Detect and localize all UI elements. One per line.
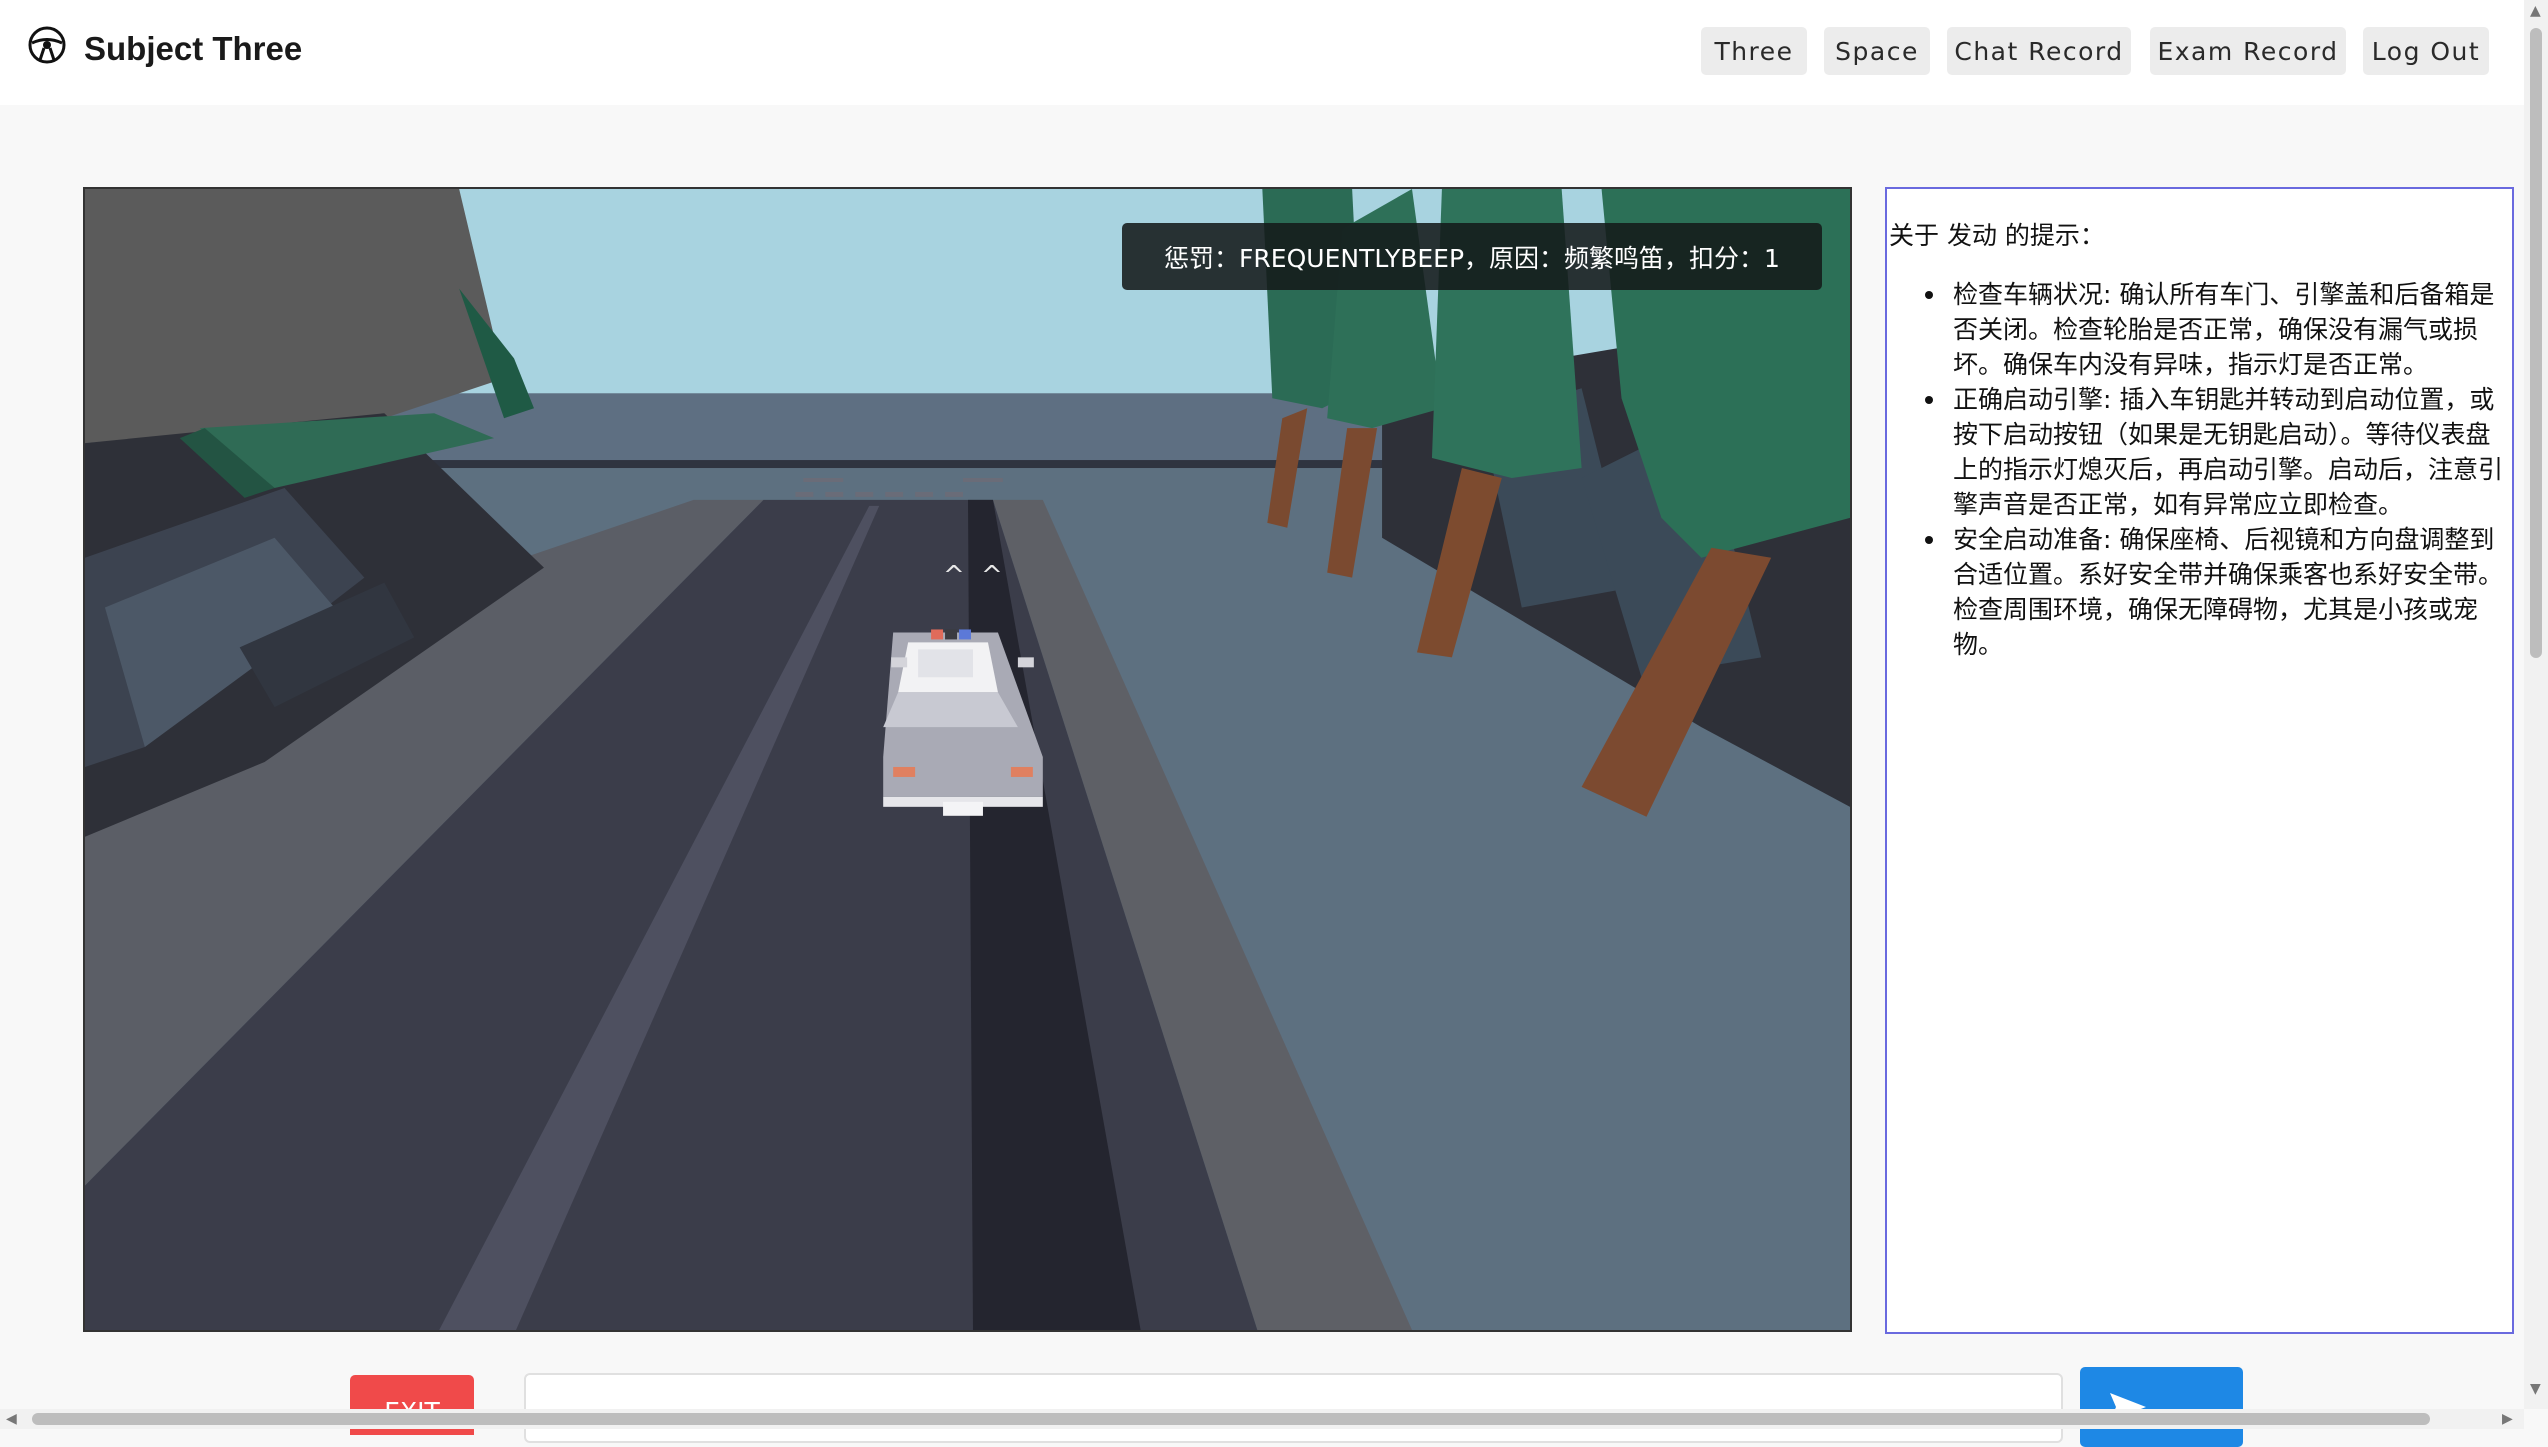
tips-title: 关于 发动 的提示： bbox=[1889, 221, 2105, 250]
scroll-left-icon[interactable]: ◀ bbox=[6, 1412, 17, 1426]
driving-scene-canvas[interactable]: 惩罚：FREQUENTLYBEEP，原因：频繁鸣笛，扣分：1 ^ ^ bbox=[83, 187, 1852, 1332]
scroll-down-icon[interactable]: ▼ bbox=[2530, 1382, 2541, 1396]
nav-chat-record-button[interactable]: Chat Record bbox=[1947, 27, 2131, 75]
vertical-scrollbar[interactable]: ▲ ▼ bbox=[2524, 0, 2548, 1409]
nav-log-out-button[interactable]: Log Out bbox=[2363, 27, 2489, 75]
brand-title: Subject Three bbox=[84, 30, 303, 67]
penalty-toast: 惩罚：FREQUENTLYBEEP，原因：频繁鸣笛，扣分：1 bbox=[1122, 223, 1822, 290]
tips-panel: 关于 发动 的提示： 检查车辆状况: 确认所有车门、引擎盖和后备箱是否关闭。检查… bbox=[1885, 187, 2514, 1334]
scroll-right-icon[interactable]: ▶ bbox=[2502, 1412, 2513, 1426]
steering-wheel-icon bbox=[28, 26, 66, 64]
tip-item: 安全启动准备: 确保座椅、后视镜和方向盘调整到合适位置。系好安全带并确保乘客也系… bbox=[1915, 522, 2511, 662]
message-input[interactable] bbox=[524, 1373, 2063, 1443]
beep-indicator: ^ ^ bbox=[943, 561, 1007, 591]
tip-item: 正确启动引擎: 插入车钥匙并转动到启动位置，或按下启动按钮（如果是无钥匙启动）。… bbox=[1915, 382, 2511, 522]
tip-item: 检查车辆状况: 确认所有车门、引擎盖和后备箱是否关闭。检查轮胎是否正常，确保没有… bbox=[1915, 277, 2511, 382]
nav-exam-record-button[interactable]: Exam Record bbox=[2150, 27, 2346, 75]
vertical-scroll-thumb[interactable] bbox=[2530, 28, 2542, 658]
app-header: Subject Three Three Space Chat Record Ex… bbox=[0, 0, 2524, 105]
scroll-up-icon[interactable]: ▲ bbox=[2530, 4, 2541, 18]
scene-graphics bbox=[85, 189, 1850, 1330]
nav-space-button[interactable]: Space bbox=[1824, 27, 1930, 75]
nav-three-button[interactable]: Three bbox=[1701, 27, 1807, 75]
send-button[interactable] bbox=[2080, 1367, 2243, 1447]
horizontal-scroll-thumb[interactable] bbox=[32, 1413, 2430, 1425]
tips-list: 检查车辆状况: 确认所有车门、引擎盖和后备箱是否关闭。检查轮胎是否正常，确保没有… bbox=[1915, 277, 2511, 662]
horizontal-scrollbar[interactable]: ◀ ▶ bbox=[0, 1409, 2524, 1429]
